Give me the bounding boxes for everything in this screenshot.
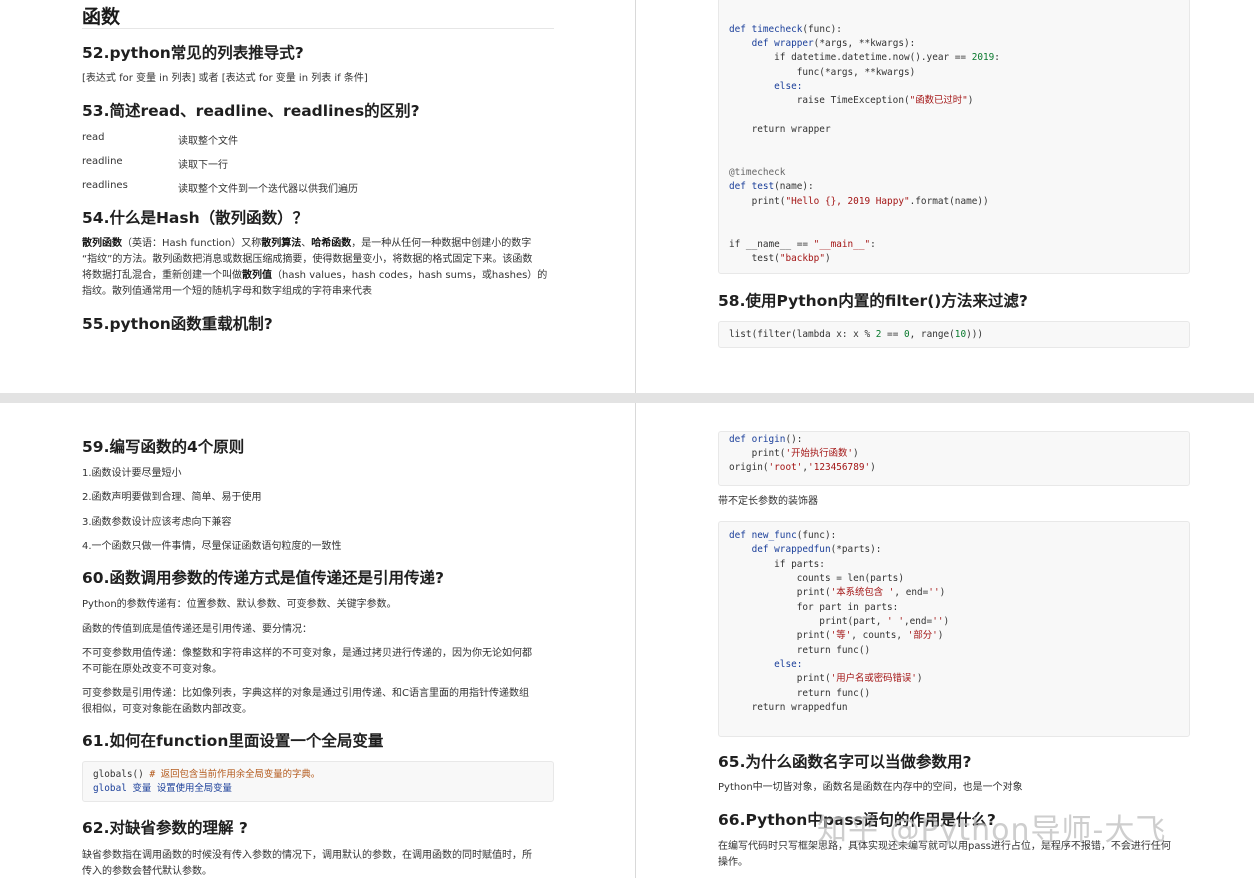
- horizontal-page-divider: [0, 393, 1254, 403]
- principle-item: 3.函数参数设计应该考虑向下兼容: [82, 517, 232, 528]
- code-line: return func(): [729, 645, 871, 656]
- term-readline: readline: [82, 156, 123, 167]
- term-read: read: [82, 132, 105, 143]
- code-line: if __name__ == "__main__":: [729, 239, 876, 250]
- code-line: def origin():: [729, 434, 803, 445]
- text-q52: [表达式 for 变量 in 列表] 或者 [表达式 for 变量 in 列表 …: [82, 73, 368, 84]
- heading-q53: 53.简述read、readline、readlines的区别?: [82, 102, 420, 120]
- text-q60-p4b: 很相似，可变对象能在函数内部改变。: [82, 704, 252, 715]
- code-line: list(filter(lambda x: x % 2 == 0, range(…: [729, 329, 984, 340]
- bold-hash-value: 散列值: [242, 270, 272, 281]
- heading-q65: 65.为什么函数名字可以当做参数用?: [718, 753, 972, 771]
- code-block-global: globals() # 返回包含当前作用余全局变量的字典。 global 变量 …: [82, 761, 554, 802]
- section-title: 函数: [82, 6, 121, 28]
- zhihu-watermark: 知乎 @Python导师-大飞: [817, 813, 1167, 848]
- heading-q55: 55.python函数重载机制?: [82, 315, 273, 333]
- text-span: 、: [301, 238, 312, 249]
- code-line: print('等', counts, '部分'): [729, 630, 944, 641]
- heading-q59: 59.编写函数的4个原则: [82, 438, 245, 456]
- heading-q60: 60.函数调用参数的传递方式是值传递还是引用传递?: [82, 569, 444, 587]
- text-span: ，是一种从任何一种数据中创建小的数字: [351, 238, 532, 249]
- bold-hash-func: 哈希函数: [311, 238, 352, 249]
- code-line: def timecheck(func):: [729, 24, 842, 35]
- heading-q52: 52.python常见的列表推导式?: [82, 44, 304, 62]
- code-line: print("Hello {}, 2019 Happy".format(name…: [729, 196, 989, 207]
- principle-item: 2.函数声明要做到合理、简单、易于使用: [82, 492, 262, 503]
- code-line: else:: [729, 81, 803, 92]
- code-line: return wrapper: [729, 124, 831, 135]
- bold-hash-algorithm: 散列算法: [261, 238, 302, 249]
- code-line: def wrapper(*args, **kwargs):: [729, 38, 916, 49]
- desc-read: 读取整个文件: [178, 136, 238, 147]
- code-block-new-func: def new_func(func): def wrappedfun(*part…: [718, 521, 1190, 737]
- code-line: @timecheck: [729, 167, 786, 178]
- text-q60-p3a: 不可变参数用值传递：像整数和字符串这样的不可变对象，是通过拷贝进行传递的，因为你…: [82, 648, 532, 659]
- code-line: func(*args, **kwargs): [729, 67, 916, 78]
- text-q60-p1: Python的参数传递有：位置参数、默认参数、可变参数、关键字参数。: [82, 599, 397, 610]
- text-q66-p2: 操作。: [718, 857, 748, 868]
- code-line: print('开始执行函数'): [729, 448, 859, 459]
- text-q60-p2: 函数的传值到底是值传递还是引用传递、要分情况：: [82, 624, 312, 635]
- code-block-filter: list(filter(lambda x: x % 2 == 0, range(…: [718, 321, 1190, 348]
- text-q62-p1: 缺省参数指在调用函数的时候没有传入参数的情况下，调用默认的参数，在调用函数的同时…: [82, 850, 532, 861]
- text-q54-line1: 散列函数（英语：Hash function）又称散列算法、哈希函数，是一种从任何…: [82, 236, 531, 252]
- heading-q61: 61.如何在function里面设置一个全局变量: [82, 732, 384, 750]
- code-line: if parts:: [729, 559, 825, 570]
- code-line: origin('root','123456789'): [729, 462, 876, 473]
- heading-q54: 54.什么是Hash（散列函数）？: [82, 209, 309, 227]
- code-line: if datetime.datetime.now().year == 2019:: [729, 52, 1000, 63]
- code-line: for part in parts:: [729, 602, 899, 613]
- page-bottom-left: 59.编写函数的4个原则 1.函数设计要尽量短小 2.函数声明要做到合理、简单、…: [0, 403, 635, 878]
- text-q60-p4a: 可变参数是引用传递：比如像列表，字典这样的对象是通过引用传递、和C语言里面的用指…: [82, 688, 529, 699]
- caption-variadic-decorator: 带不定长参数的装饰器: [718, 496, 818, 507]
- code-line: test("backbp"): [729, 253, 831, 264]
- code-line: print('本系统包含 ', end=''): [729, 587, 946, 598]
- heading-q58: 58.使用Python内置的filter()方法来过滤?: [718, 292, 1028, 310]
- principle-item: 1.函数设计要尽量短小: [82, 468, 182, 479]
- page-top-right: def timecheck(func): def wrapper(*args, …: [636, 0, 1254, 393]
- code-line: counts = len(parts): [729, 573, 904, 584]
- section-divider: [82, 28, 554, 29]
- text-span: （英语：Hash function）又称: [122, 238, 262, 249]
- bold-hash-function: 散列函数: [82, 238, 122, 249]
- code-line: def test(name):: [729, 181, 814, 192]
- desc-readline: 读取下一行: [178, 160, 228, 171]
- code-block-timecheck: def timecheck(func): def wrapper(*args, …: [718, 0, 1190, 274]
- text-q54-line2: “指纹”的方法。散列函数把消息或数据压缩成摘要，使得数据量变小，将数据的格式固定…: [82, 254, 533, 265]
- text-span: 将数据打乱混合，重新创建一个叫做: [82, 270, 242, 281]
- term-readlines: readlines: [82, 180, 128, 191]
- text-span: （hash values，hash codes，hash sums，或hashe…: [272, 270, 548, 281]
- code-line: print(part, ' ',end=''): [729, 616, 950, 627]
- code-line: global 变量 设置使用全局变量: [93, 783, 232, 794]
- code-block-origin: def origin(): print('开始执行函数') origin('ro…: [718, 431, 1190, 486]
- principle-item: 4.一个函数只做一件事情，尽量保证函数语句粒度的一致性: [82, 541, 342, 552]
- code-line: return func(): [729, 688, 871, 699]
- code-line: raise TimeException("函数已过时"): [729, 95, 974, 106]
- code-line: globals() # 返回包含当前作用余全局变量的字典。: [93, 769, 321, 780]
- text-q65: Python中一切皆对象，函数名是函数在内存中的空间，也是一个对象: [718, 782, 1023, 793]
- code-line: def new_func(func):: [729, 530, 837, 541]
- text-q54-line4: 指纹。散列值通常用一个短的随机字母和数字组成的字符串来代表: [82, 286, 372, 297]
- desc-readlines: 读取整个文件到一个迭代器以供我们遍历: [178, 184, 358, 195]
- code-line: print('用户名或密码错误'): [729, 673, 923, 684]
- page-top-left: 函数 52.python常见的列表推导式? [表达式 for 变量 in 列表]…: [0, 0, 635, 393]
- text-q54-line3: 将数据打乱混合，重新创建一个叫做散列值（hash values，hash cod…: [82, 268, 547, 284]
- code-line: return wrappedfun: [729, 702, 848, 713]
- text-q62-p2: 传入的参数会替代默认参数。: [82, 866, 212, 877]
- text-q60-p3b: 不可能在原处改变不可变对象。: [82, 664, 222, 675]
- code-line: def wrappedfun(*parts):: [729, 544, 882, 555]
- code-line: else:: [729, 659, 803, 670]
- heading-q62: 62.对缺省参数的理解 ?: [82, 819, 248, 837]
